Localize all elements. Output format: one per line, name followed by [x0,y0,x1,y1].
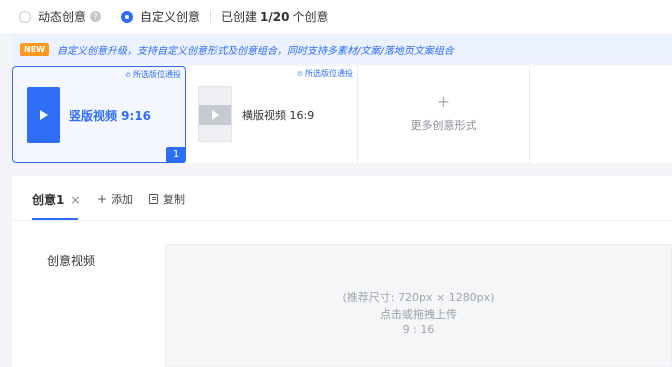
format-card-vertical-video[interactable]: 🔥︎ 所选版位通投 竖版视频 9:16 1 [12,66,186,163]
horizontal-video-frame [199,105,231,125]
more-formats-card[interactable]: + 更多创意形式 [358,66,530,163]
copy-icon [149,194,158,204]
fire-icon: 🔥︎ [125,69,131,79]
custom-creative-label[interactable]: 自定义创意 [140,8,200,25]
creative-video-label: 创意视频 [47,254,96,268]
tab-creative-1[interactable]: 创意1 × [32,191,80,208]
play-icon [211,110,219,120]
placement-hint-text: 所选版位通投 [305,69,353,78]
add-label: 添加 [111,193,134,206]
divider [210,10,212,23]
placement-hint: 🔥︎ 所选版位通投 [125,69,181,80]
recommended-size-hint: (推荐尺寸: 720px × 1280px) [342,291,495,304]
placement-hint: 🔥︎ 所选版位通投 [297,68,353,79]
selected-count-badge: 1 [166,147,186,163]
created-suffix: 个创意 [292,10,329,24]
creative-mode-bar: 动态创意 ? 自定义创意 已创建 1/20 个创意 [0,0,672,33]
dynamic-creative-radio[interactable] [19,10,31,23]
placement-hint-text: 所选版位通投 [133,70,181,79]
play-icon [39,110,48,120]
vertical-video-thumbnail [27,87,60,143]
new-badge: NEW [20,42,49,56]
creative-panel: 创意1 × + 添加 复制 创意视频 (推荐尺寸: 720px × 1280px)… [12,176,672,367]
tab-label: 创意1 [32,193,65,207]
format-title: 横版视频 16:9 [242,109,315,122]
upload-instruction: 点击或拖拽上传 [380,308,457,321]
horizontal-video-thumbnail [198,86,232,142]
copy-creative-button[interactable]: 复制 [149,191,185,207]
notice-text: 自定义创意升级，支持自定义创意形式及创意组合，同时支持多素材/文案/落地页文案组… [56,45,454,57]
video-upload-area[interactable]: (推荐尺寸: 720px × 1280px) 点击或拖拽上传 9 : 16 [165,244,672,367]
created-prefix: 已创建 [221,10,258,24]
fire-icon: 🔥︎ [297,68,303,78]
more-formats-label: 更多创意形式 [410,119,477,132]
created-count: 1/20 [260,9,290,24]
upgrade-notice: NEW 自定义创意升级，支持自定义创意形式及创意组合，同时支持多素材/文案/落地… [12,35,672,63]
copy-label: 复制 [163,193,185,206]
creative-format-list: 🔥︎ 所选版位通投 竖版视频 9:16 1 🔥︎ 所选版位通投 横版视频 16:… [12,66,672,163]
dynamic-creative-label[interactable]: 动态创意 [38,8,86,25]
plus-icon: + [436,92,451,111]
format-title: 竖版视频 9:16 [69,109,152,123]
close-icon[interactable]: × [70,193,80,207]
creative-tabs: 创意1 × + 添加 复制 [12,176,672,221]
add-creative-button[interactable]: + 添加 [97,191,133,207]
plus-icon: + [97,192,108,206]
aspect-ratio-hint: 9 : 16 [402,323,435,336]
format-card-horizontal-video[interactable]: 🔥︎ 所选版位通投 横版视频 16:9 [186,66,358,163]
help-icon[interactable]: ? [90,11,102,22]
active-tab-indicator [32,218,78,220]
custom-creative-radio[interactable] [121,10,134,23]
